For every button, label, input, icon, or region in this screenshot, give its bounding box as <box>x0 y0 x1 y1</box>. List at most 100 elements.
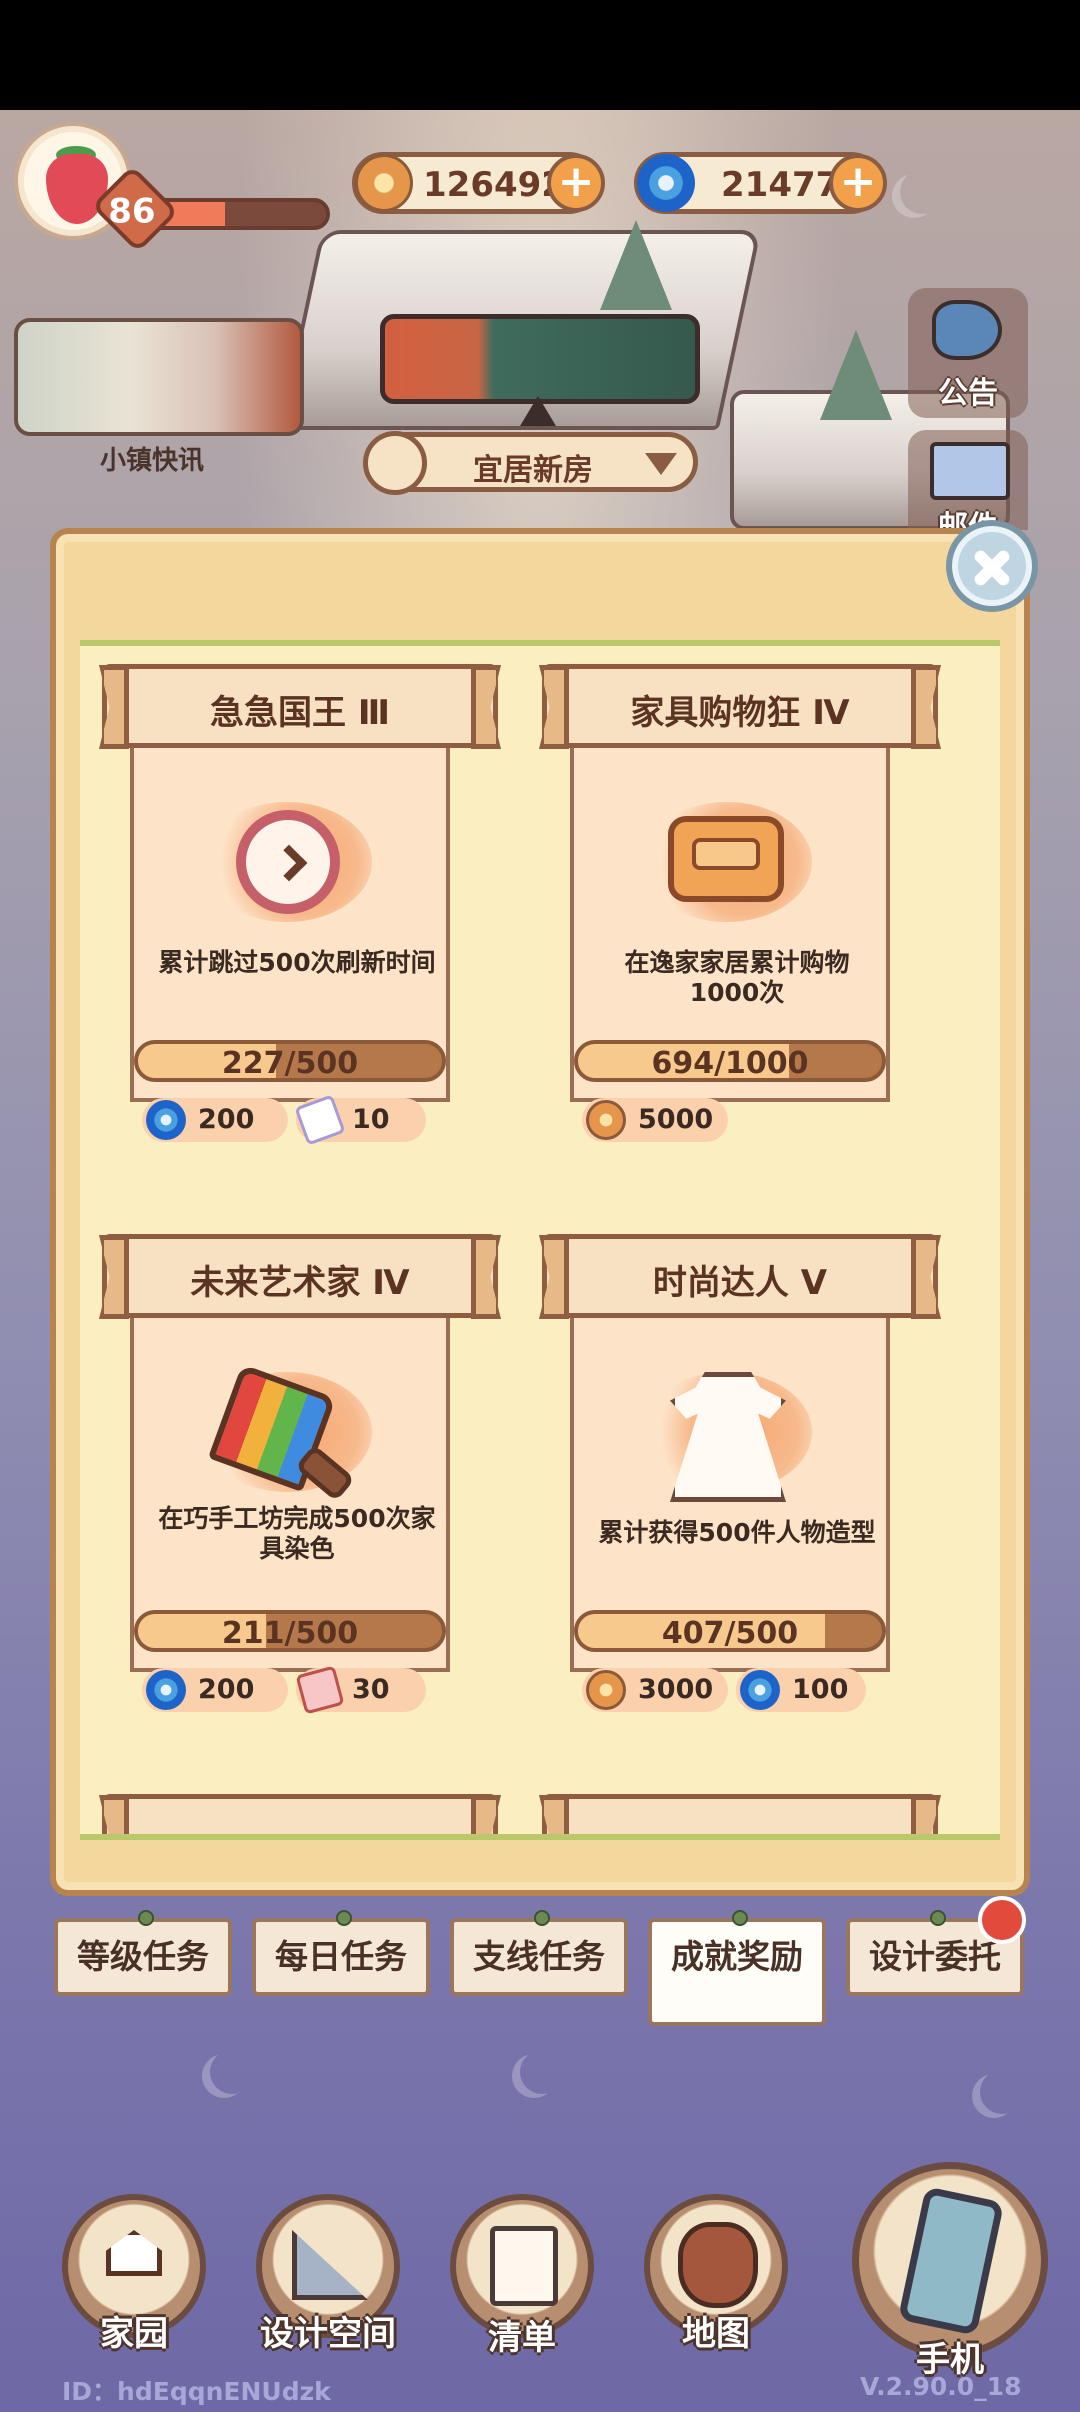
coin-icon <box>355 154 413 212</box>
dye-ticket-icon <box>295 1665 345 1715</box>
moon-decoration <box>980 2070 1024 2114</box>
reward-amount: 100 <box>792 1674 849 1705</box>
mail-icon <box>930 442 1010 500</box>
clock-icon <box>236 810 340 914</box>
reward-item: 200 <box>142 1098 288 1142</box>
moon-decoration <box>520 2050 564 2094</box>
coin-counter: 1264922 + <box>352 152 605 214</box>
achievement-title-ribbon <box>99 1794 501 1834</box>
achievement-progress-bar: 227/500 <box>134 1040 446 1082</box>
achievement-title: 未来艺术家 Ⅳ <box>190 1263 410 1303</box>
tab-daily-quests[interactable]: 每日任务 <box>252 1910 430 1996</box>
area-selector[interactable]: 宜居新房 <box>363 431 698 495</box>
banner-pointer-icon <box>520 396 556 426</box>
achievement-progress-text: 227/500 <box>221 1046 359 1081</box>
achievement-description: 在巧手工坊完成500次家具染色 <box>158 1504 436 1563</box>
achievement-description: 累计获得500件人物造型 <box>598 1518 876 1547</box>
moon-decoration <box>900 170 944 214</box>
gem-icon <box>637 154 695 212</box>
gem-value: 21477 <box>721 165 840 205</box>
nav-design-space-label: 设计空间 <box>260 2314 396 2354</box>
reward-amount: 10 <box>352 1104 390 1135</box>
tab-level-quests[interactable]: 等级任务 <box>54 1910 232 1996</box>
version-text: V.2.90.0_18 <box>860 2372 1022 2401</box>
achievement-progress-bar: 407/500 <box>574 1610 886 1652</box>
coin-icon <box>586 1100 626 1140</box>
sofa-icon <box>668 816 784 902</box>
gem-icon <box>740 1670 780 1710</box>
achievement-title-ribbon: 家具购物狂 Ⅳ <box>539 664 941 749</box>
tab-label: 每日任务 <box>275 1937 407 1976</box>
nav-list-label: 清单 <box>488 2318 556 2358</box>
player-id-text: ID：hdEqqnENUdzk <box>62 2377 331 2406</box>
achievement-title: 家具购物狂 Ⅳ <box>630 693 850 733</box>
moon-decoration <box>210 2050 254 2094</box>
snowy-tree <box>600 220 672 310</box>
mail-button[interactable]: 邮件 <box>908 430 1028 545</box>
tab-label: 设计委托 <box>869 1937 1001 1976</box>
tab-label: 支线任务 <box>473 1937 605 1976</box>
reward-item: 100 <box>736 1668 866 1712</box>
nav-phone-button[interactable] <box>852 2162 1048 2358</box>
reward-item: 30 <box>295 1665 426 1715</box>
tab-label: 成就奖励 <box>671 1937 803 1976</box>
chevron-down-icon <box>645 453 677 475</box>
notice-label: 公告 <box>938 376 998 411</box>
nav-home-label: 家园 <box>100 2314 168 2354</box>
event-banner[interactable] <box>380 314 700 404</box>
reward-amount: 200 <box>198 1674 255 1705</box>
reward-amount: 30 <box>352 1674 390 1705</box>
achievement-card: 未来艺术家 Ⅳ 在巧手工坊完成500次家具染色 211/500 200 30 <box>99 1222 501 1715</box>
megaphone-icon <box>932 300 1002 360</box>
achievement-title-ribbon: 未来艺术家 Ⅳ <box>99 1234 501 1319</box>
achievement-progress-bar: 211/500 <box>134 1610 446 1652</box>
achievement-description: 在逸家家居累计购物1000次 <box>624 948 850 1007</box>
coin-icon <box>586 1670 626 1710</box>
achievement-card: 时尚达人 Ⅴ 累计获得500件人物造型 407/500 3000 100 <box>539 1222 941 1712</box>
reward-item: 10 <box>294 1094 426 1146</box>
news-label: 小镇快讯 <box>100 446 205 476</box>
reward-item: 5000 <box>582 1098 728 1142</box>
notification-dot <box>978 1896 1026 1944</box>
achievement-progress-text: 211/500 <box>221 1616 359 1651</box>
reward-item: 200 <box>142 1668 288 1712</box>
achievement-description: 累计跳过500次刷新时间 <box>158 948 436 977</box>
level-value: 86 <box>108 191 156 232</box>
area-label: 宜居新房 <box>473 453 593 488</box>
achievement-progress-text: 407/500 <box>661 1616 799 1651</box>
achievement-list[interactable]: 急急国王 Ⅲ 累计跳过500次刷新时间 227/500 200 10 家具购物狂… <box>80 640 1000 1840</box>
add-gems-button[interactable]: + <box>829 154 887 212</box>
achievement-title: 急急国王 Ⅲ <box>210 693 390 733</box>
achievement-card: 急急国王 Ⅲ 累计跳过500次刷新时间 227/500 200 10 <box>99 652 501 1146</box>
news-thumbnail[interactable] <box>14 318 304 436</box>
tab-achievements[interactable]: 成就奖励 <box>648 1910 826 2026</box>
achievement-title-ribbon: 急急国王 Ⅲ <box>99 664 501 749</box>
phone-icon <box>897 2186 1005 2336</box>
house-icon <box>363 431 427 495</box>
list-icon <box>490 2226 558 2306</box>
achievement-title-ribbon: 时尚达人 Ⅴ <box>539 1234 941 1319</box>
ruler-icon <box>292 2230 368 2300</box>
achievement-progress-bar: 694/1000 <box>574 1040 886 1082</box>
gem-counter: 21477 + <box>634 152 887 214</box>
house-icon <box>106 2230 162 2276</box>
achievement-progress-text: 694/1000 <box>651 1046 809 1081</box>
status-bar <box>0 0 1080 110</box>
tab-side-quests[interactable]: 支线任务 <box>450 1910 628 1996</box>
reward-item: 3000 <box>582 1668 728 1712</box>
close-button[interactable] <box>946 520 1038 612</box>
gem-icon <box>146 1670 186 1710</box>
achievement-card: 家具购物狂 Ⅳ 在逸家家居累计购物1000次 694/1000 5000 <box>539 652 941 1142</box>
gem-icon <box>146 1100 186 1140</box>
snowy-tree <box>820 330 892 420</box>
reward-amount: 200 <box>198 1104 255 1135</box>
achievement-title-ribbon <box>539 1794 941 1834</box>
ticket-icon <box>294 1094 346 1146</box>
nav-map-label: 地图 <box>682 2314 750 2354</box>
achievement-title: 时尚达人 Ⅴ <box>652 1263 828 1303</box>
add-coins-button[interactable]: + <box>547 154 605 212</box>
notice-button[interactable]: 公告 <box>908 288 1028 418</box>
reward-amount: 5000 <box>638 1104 714 1135</box>
tab-label: 等级任务 <box>77 1937 209 1976</box>
owl-icon <box>678 2222 758 2308</box>
